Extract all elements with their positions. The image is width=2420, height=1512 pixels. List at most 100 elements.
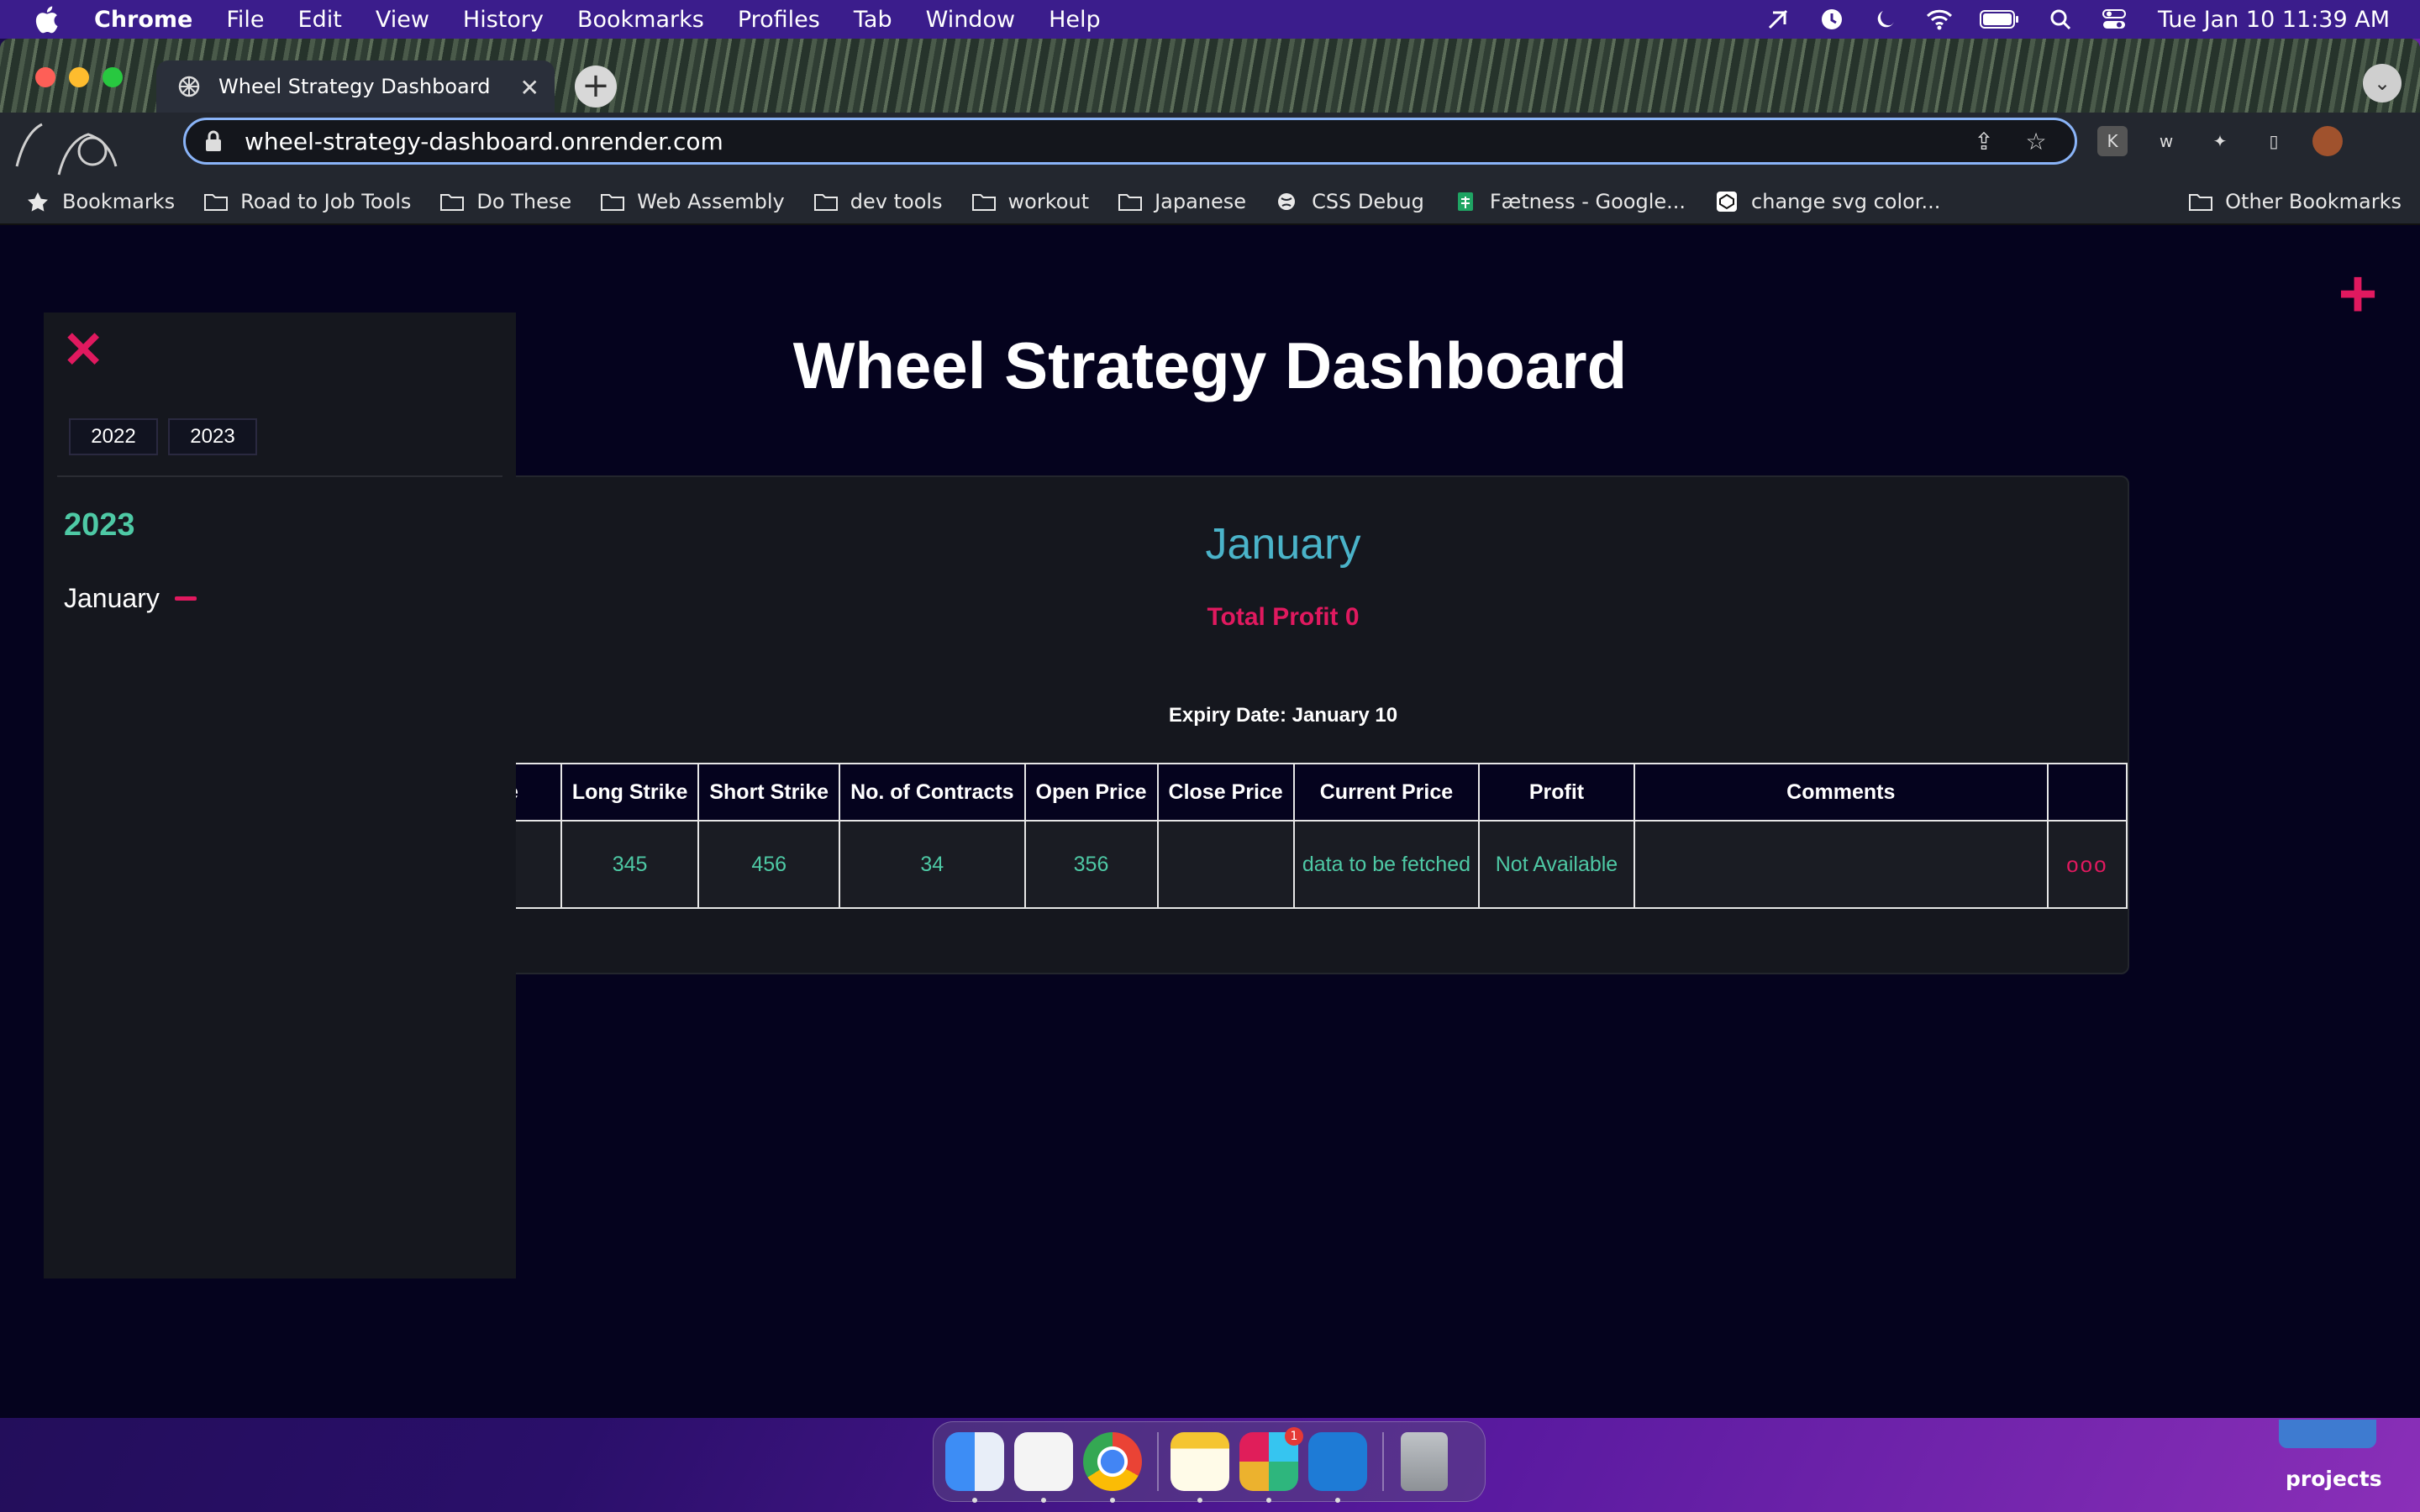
active-tab[interactable]: Wheel Strategy Dashboard ✕ — [156, 60, 555, 113]
menu-file[interactable]: File — [226, 7, 264, 33]
bookmark-do-these[interactable]: Do These — [439, 190, 571, 213]
google-sheets-icon — [1457, 192, 1473, 211]
close-sidebar-icon[interactable]: ✕ — [62, 325, 104, 375]
table-row[interactable]: all 345 456 34 356 data to be fetched No… — [439, 820, 2128, 909]
expiry-date: Expiry Date: January 10 — [1168, 704, 1398, 727]
bookmark-bookmarks[interactable]: Bookmarks — [25, 190, 175, 213]
reminders-icon[interactable] — [1014, 1432, 1073, 1503]
tab-search-chevron-icon[interactable]: ⌄ — [2363, 64, 2402, 102]
col-short-strike: Short Strike — [697, 763, 841, 822]
window-close-button[interactable] — [35, 67, 55, 87]
bookmark-css-debug[interactable]: CSS Debug — [1275, 190, 1424, 213]
folder-icon — [204, 194, 229, 211]
bookmark-web-assembly[interactable]: Web Assembly — [600, 190, 785, 213]
codepen-icon — [1717, 192, 1738, 212]
puzzle-extensions-icon[interactable]: ✦ — [2205, 126, 2235, 156]
folder-icon — [971, 194, 996, 211]
year-button-2022[interactable]: 2022 — [69, 418, 158, 455]
extension-1-icon[interactable]: K — [2097, 126, 2128, 156]
menu-profiles[interactable]: Profiles — [738, 7, 820, 33]
dock-separator — [1157, 1432, 1159, 1491]
cell-contracts: 34 — [839, 820, 1026, 909]
cell-close-price — [1156, 820, 1295, 909]
bookmark-road-to-job-tools[interactable]: Road to Job Tools — [203, 190, 411, 213]
spotlight-search-icon[interactable] — [2047, 6, 2074, 33]
control-center-icon[interactable] — [2101, 6, 2128, 33]
dock: 1 — [933, 1421, 1486, 1503]
notes-icon[interactable] — [1171, 1432, 1229, 1503]
desktop-folder-icon[interactable] — [2279, 1420, 2376, 1448]
cell-long-strike: 345 — [560, 820, 700, 909]
col-actions — [2046, 763, 2128, 822]
lock-icon[interactable] — [204, 130, 223, 152]
wheel-favicon-icon — [178, 76, 200, 97]
macos-menu-bar: Chrome File Edit View History Bookmarks … — [0, 0, 2420, 39]
slack-icon[interactable]: 1 — [1239, 1427, 1303, 1503]
bookmark-dev-tools[interactable]: dev tools — [813, 190, 943, 213]
cell-short-strike: 456 — [697, 820, 841, 909]
address-bar[interactable]: wheel-strategy-dashboard.onrender.com ⇪ … — [183, 118, 2077, 165]
share-icon[interactable]: ⇪ — [1970, 128, 1997, 155]
bookmark-other-bookmarks[interactable]: Other Bookmarks — [2188, 190, 2402, 213]
add-trade-plus-icon[interactable]: + — [2334, 260, 2381, 328]
side-panel-icon[interactable]: ▯ — [2259, 126, 2289, 156]
window-zoom-button[interactable] — [103, 67, 123, 87]
menu-tab[interactable]: Tab — [854, 7, 892, 33]
sidebar-item-january[interactable]: January — [64, 583, 197, 614]
year-button-2023[interactable]: 2023 — [168, 418, 257, 455]
folder-icon — [440, 194, 465, 211]
folder-icon — [1118, 194, 1143, 211]
col-open-price: Open Price — [1023, 763, 1159, 822]
finder-icon[interactable] — [945, 1432, 1004, 1503]
sidebar: ✕ 2022 2023 2023 January — [44, 312, 516, 1278]
month-title: January — [1205, 520, 1361, 569]
folder-icon — [2189, 194, 2213, 211]
menu-history[interactable]: History — [463, 7, 544, 33]
minus-icon[interactable] — [174, 596, 197, 601]
status-icons: Tue Jan 10 11:39 AM — [1738, 0, 2390, 39]
bookmark-faetness[interactable]: Fætness - Google... — [1453, 190, 1686, 213]
tab-strip: Wheel Strategy Dashboard ✕ + ⌄ — [0, 39, 2420, 113]
sidebar-item-label[interactable]: January — [64, 583, 160, 614]
menu-window[interactable]: Window — [926, 7, 1015, 33]
sidebar-divider — [57, 475, 502, 477]
desktop-folder-label[interactable]: projects — [2286, 1467, 2382, 1491]
col-comments: Comments — [1633, 763, 2049, 822]
vscode-icon[interactable] — [1308, 1432, 1367, 1503]
wifi-icon[interactable] — [1926, 6, 1953, 33]
extension-2-icon[interactable]: w — [2151, 126, 2181, 156]
menu-help[interactable]: Help — [1049, 7, 1101, 33]
trash-icon[interactable] — [1401, 1432, 1448, 1491]
dashboard-page: Wheel Strategy Dashboard + January Total… — [0, 227, 2420, 1418]
menu-app-chrome[interactable]: Chrome — [94, 7, 192, 33]
screen-share-icon[interactable] — [1765, 6, 1791, 33]
more-options-icon[interactable]: ooo — [2066, 852, 2107, 877]
battery-icon[interactable] — [1980, 6, 2020, 33]
backup-icon[interactable] — [1818, 6, 1845, 33]
url-text[interactable]: wheel-strategy-dashboard.onrender.com — [245, 128, 1970, 155]
menu-view[interactable]: View — [376, 7, 429, 33]
year-selector: 2022 2023 — [69, 418, 267, 455]
new-tab-button[interactable]: + — [575, 66, 617, 108]
bookmarks-bar: Bookmarks Road to Job Tools Do These Web… — [0, 180, 2420, 225]
star-icon — [28, 192, 48, 212]
menu-bar-clock[interactable]: Tue Jan 10 11:39 AM — [2158, 7, 2390, 33]
apple-logo-icon[interactable] — [34, 5, 59, 34]
moon-icon[interactable] — [1872, 6, 1899, 33]
col-profit: Profit — [1478, 763, 1635, 822]
menu-bookmarks[interactable]: Bookmarks — [577, 7, 704, 33]
cell-current-price: data to be fetched — [1292, 820, 1481, 909]
dock-separator — [1382, 1432, 1384, 1491]
bookmark-star-icon[interactable]: ☆ — [2023, 128, 2049, 155]
bookmark-workout[interactable]: workout — [971, 190, 1089, 213]
month-card: January Total Profit 0 Expiry Date: Janu… — [437, 475, 2129, 974]
chrome-icon[interactable] — [1083, 1432, 1142, 1503]
menu-edit[interactable]: Edit — [298, 7, 342, 33]
tab-close-icon[interactable]: ✕ — [520, 74, 539, 102]
profile-avatar[interactable] — [2312, 126, 2343, 156]
window-minimize-button[interactable] — [69, 67, 89, 87]
cell-open-price: 356 — [1023, 820, 1159, 909]
bookmark-japanese[interactable]: Japanese — [1118, 190, 1246, 213]
selected-year-heading: 2023 — [64, 507, 135, 543]
bookmark-change-svg-color[interactable]: change svg color... — [1714, 190, 1940, 213]
